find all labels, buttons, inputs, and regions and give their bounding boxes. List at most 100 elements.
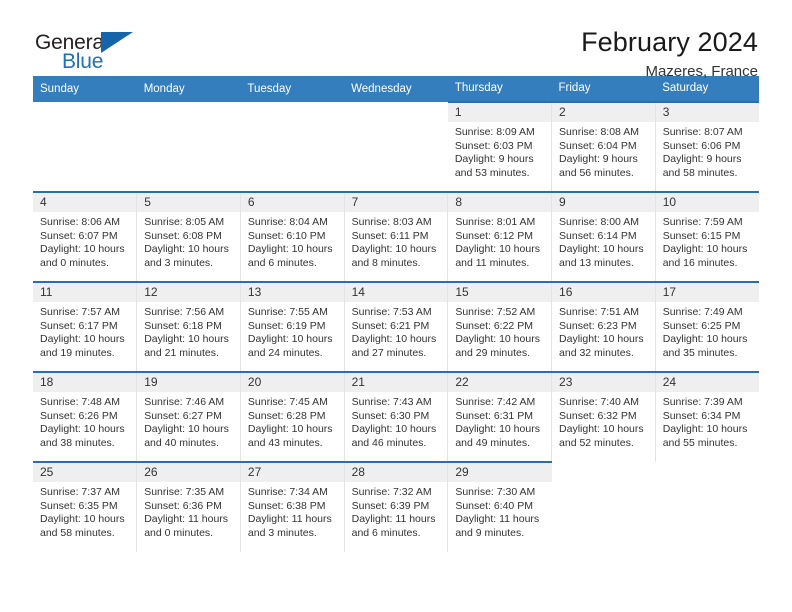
daylight-text-line1: Daylight: 10 hours xyxy=(662,423,748,436)
day-number xyxy=(137,102,241,121)
daylight-text-line2: and 3 minutes. xyxy=(144,256,214,269)
daylight-text-line2: and 0 minutes. xyxy=(40,256,109,269)
calendar-day-cell[interactable]: 20 Sunrise: 7:45 AM Sunset: 6:28 PM Dayligh… xyxy=(239,371,345,462)
calendar-day-cell[interactable]: 29 Sunrise: 7:30 AM Sunset: 6:40 PM Dayligh… xyxy=(447,461,552,552)
day-info: Sunrise: 7:32 AM Sunset: 6:39 PM Daylight:… xyxy=(345,482,448,540)
sunrise-text: Sunrise: 7:49 AM xyxy=(662,306,743,318)
day-number: 21 xyxy=(344,373,448,392)
calendar-day-cell[interactable]: 6 Sunrise: 8:04 AM Sunset: 6:10 PM Daylight… xyxy=(239,191,345,282)
calendar-day-cell[interactable]: 28 Sunrise: 7:32 AM Sunset: 6:39 PM Dayligh… xyxy=(343,461,448,552)
sunset-text: Sunset: 6:26 PM xyxy=(40,409,118,422)
daylight-text-line1: Daylight: 10 hours xyxy=(455,333,540,346)
calendar-day-cell[interactable]: 3 Sunrise: 8:07 AM Sunset: 6:06 PM Daylight… xyxy=(654,101,759,192)
day-number: 12 xyxy=(137,283,240,302)
day-info: Sunrise: 8:04 AM Sunset: 6:10 PM Daylight:… xyxy=(241,212,344,270)
calendar-day-cell[interactable]: 23 Sunrise: 7:40 AM Sunset: 6:32 PM Dayligh… xyxy=(551,371,656,462)
sunset-text: Sunset: 6:15 PM xyxy=(662,229,741,242)
day-number: 7 xyxy=(344,193,448,212)
daylight-text-line2: and 24 minutes. xyxy=(247,346,323,359)
calendar-day-cell[interactable]: 1 Sunrise: 8:09 AM Sunset: 6:03 PM Daylight… xyxy=(447,101,552,192)
calendar-day-cell[interactable]: 17 Sunrise: 7:49 AM Sunset: 6:25 PM Dayligh… xyxy=(654,281,759,372)
calendar-day-cell[interactable]: 2 Sunrise: 8:08 AM Sunset: 6:04 PM Daylight… xyxy=(551,101,656,192)
day-info: Sunrise: 7:55 AM Sunset: 6:19 PM Daylight:… xyxy=(241,302,344,360)
day-info: Sunrise: 7:48 AM Sunset: 6:26 PM Daylight:… xyxy=(33,392,136,450)
calendar-day-cell[interactable]: 27 Sunrise: 7:34 AM Sunset: 6:38 PM Dayligh… xyxy=(239,461,345,552)
sunrise-text: Sunrise: 7:46 AM xyxy=(144,396,225,408)
sunset-text: Sunset: 6:32 PM xyxy=(559,409,637,422)
day-number: 13 xyxy=(240,283,344,302)
sunrise-text: Sunrise: 8:03 AM xyxy=(351,216,432,228)
day-header-sunday: Sunday xyxy=(33,76,137,102)
sunset-text: Sunset: 6:22 PM xyxy=(455,319,533,332)
day-number: 28 xyxy=(344,463,448,482)
calendar-day-cell[interactable]: 25 Sunrise: 7:37 AM Sunset: 6:35 PM Dayligh… xyxy=(33,461,137,552)
day-number: 19 xyxy=(137,373,240,392)
calendar-day-cell[interactable]: 9 Sunrise: 8:00 AM Sunset: 6:14 PM Daylight… xyxy=(551,191,656,282)
day-number: 23 xyxy=(552,373,655,392)
calendar-week-row: 18 Sunrise: 7:48 AM Sunset: 6:26 PM Dayligh… xyxy=(33,371,759,462)
calendar-day-cell[interactable]: 5 Sunrise: 8:05 AM Sunset: 6:08 PM Daylight… xyxy=(136,191,241,282)
day-info: Sunrise: 8:06 AM Sunset: 6:07 PM Daylight:… xyxy=(33,212,136,270)
daylight-text-line1: Daylight: 10 hours xyxy=(351,423,437,436)
day-number: 22 xyxy=(448,373,552,392)
calendar-day-cell[interactable]: 18 Sunrise: 7:48 AM Sunset: 6:26 PM Dayligh… xyxy=(33,371,137,462)
sunset-text: Sunset: 6:18 PM xyxy=(144,319,222,332)
calendar-day-cell[interactable]: 19 Sunrise: 7:46 AM Sunset: 6:27 PM Dayligh… xyxy=(136,371,241,462)
day-info: Sunrise: 7:43 AM Sunset: 6:30 PM Daylight:… xyxy=(345,392,448,450)
sunset-text: Sunset: 6:07 PM xyxy=(40,229,118,242)
daylight-text-line1: Daylight: 10 hours xyxy=(455,243,540,256)
calendar-day-cell[interactable]: 4 Sunrise: 8:06 AM Sunset: 6:07 PM Daylight… xyxy=(33,191,137,282)
sunset-text: Sunset: 6:04 PM xyxy=(559,139,637,152)
day-info: Sunrise: 8:07 AM Sunset: 6:06 PM Daylight:… xyxy=(656,122,759,180)
sunset-text: Sunset: 6:11 PM xyxy=(351,229,429,242)
day-number xyxy=(344,102,448,121)
sunrise-text: Sunrise: 7:51 AM xyxy=(559,306,639,318)
daylight-text-line2: and 3 minutes. xyxy=(247,526,317,539)
sunset-text: Sunset: 6:39 PM xyxy=(351,499,430,512)
daylight-text-line2: and 58 minutes. xyxy=(662,166,738,179)
calendar-cell-empty xyxy=(33,102,137,192)
sunrise-text: Sunrise: 7:39 AM xyxy=(662,396,743,408)
daylight-text-line1: Daylight: 9 hours xyxy=(662,153,742,166)
daylight-text-line2: and 46 minutes. xyxy=(351,436,427,449)
calendar-day-cell[interactable]: 7 Sunrise: 8:03 AM Sunset: 6:11 PM Daylight… xyxy=(343,191,448,282)
daylight-text-line1: Daylight: 11 hours xyxy=(144,513,229,526)
sunrise-text: Sunrise: 8:06 AM xyxy=(40,216,120,228)
day-info: Sunrise: 7:51 AM Sunset: 6:23 PM Daylight:… xyxy=(552,302,655,360)
day-info: Sunrise: 7:39 AM Sunset: 6:34 PM Daylight:… xyxy=(656,392,759,450)
calendar-day-cell[interactable]: 12 Sunrise: 7:56 AM Sunset: 6:18 PM Dayligh… xyxy=(136,281,241,372)
sunset-text: Sunset: 6:27 PM xyxy=(144,409,222,422)
day-number xyxy=(552,462,656,481)
daylight-text-line1: Daylight: 11 hours xyxy=(351,513,436,526)
day-header-tuesday: Tuesday xyxy=(240,76,345,102)
sunset-text: Sunset: 6:17 PM xyxy=(40,319,118,332)
sunset-text: Sunset: 6:21 PM xyxy=(351,319,430,332)
sunset-text: Sunset: 6:28 PM xyxy=(247,409,326,422)
calendar-day-cell[interactable]: 14 Sunrise: 7:53 AM Sunset: 6:21 PM Dayligh… xyxy=(343,281,448,372)
daylight-text-line2: and 6 minutes. xyxy=(351,526,421,539)
calendar-day-cell[interactable]: 16 Sunrise: 7:51 AM Sunset: 6:23 PM Dayligh… xyxy=(551,281,656,372)
daylight-text-line1: Daylight: 10 hours xyxy=(559,333,644,346)
day-number: 25 xyxy=(33,463,137,482)
calendar-day-cell[interactable]: 26 Sunrise: 7:35 AM Sunset: 6:36 PM Dayligh… xyxy=(136,461,241,552)
daylight-text-line1: Daylight: 10 hours xyxy=(40,333,125,346)
calendar-day-cell[interactable]: 8 Sunrise: 8:01 AM Sunset: 6:12 PM Daylight… xyxy=(447,191,552,282)
daylight-text-line2: and 21 minutes. xyxy=(144,346,219,359)
calendar-day-cell[interactable]: 13 Sunrise: 7:55 AM Sunset: 6:19 PM Dayligh… xyxy=(239,281,345,372)
daylight-text-line1: Daylight: 10 hours xyxy=(40,243,125,256)
sunrise-text: Sunrise: 7:32 AM xyxy=(351,486,432,498)
sunrise-text: Sunrise: 7:48 AM xyxy=(40,396,120,408)
calendar-day-cell[interactable]: 24 Sunrise: 7:39 AM Sunset: 6:34 PM Dayligh… xyxy=(654,371,759,462)
calendar-day-cell[interactable]: 15 Sunrise: 7:52 AM Sunset: 6:22 PM Dayligh… xyxy=(447,281,552,372)
calendar-day-cell[interactable]: 21 Sunrise: 7:43 AM Sunset: 6:30 PM Dayligh… xyxy=(343,371,448,462)
calendar-day-cell[interactable]: 10 Sunrise: 7:59 AM Sunset: 6:15 PM Dayligh… xyxy=(654,191,759,282)
daylight-text-line1: Daylight: 10 hours xyxy=(559,243,644,256)
day-number: 10 xyxy=(655,193,759,212)
sunrise-text: Sunrise: 7:52 AM xyxy=(455,306,536,318)
calendar-day-cell[interactable]: 22 Sunrise: 7:42 AM Sunset: 6:31 PM Dayligh… xyxy=(447,371,552,462)
daylight-text-line2: and 32 minutes. xyxy=(559,346,634,359)
day-number: 29 xyxy=(448,463,552,482)
daylight-text-line1: Daylight: 11 hours xyxy=(455,513,540,526)
day-number: 9 xyxy=(552,193,655,212)
calendar-day-cell[interactable]: 11 Sunrise: 7:57 AM Sunset: 6:17 PM Dayligh… xyxy=(33,281,137,372)
